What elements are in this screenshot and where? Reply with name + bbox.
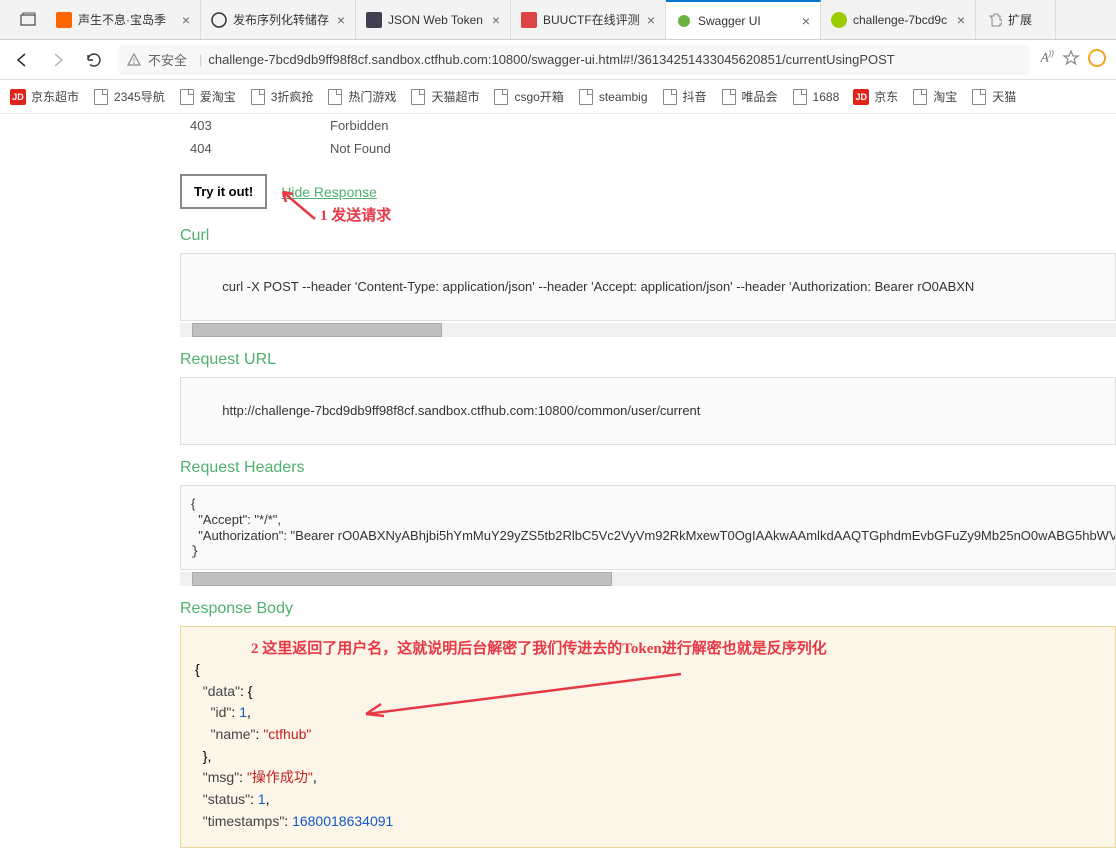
tab-title: 发布序列化转储存 xyxy=(233,11,333,28)
tab-favicon xyxy=(366,12,382,28)
bookmark-jd[interactable]: JD京东 xyxy=(853,88,898,105)
tab-title: JSON Web Token xyxy=(388,13,488,27)
request-headers-text: { "Accept": "*/*", "Authorization": "Bea… xyxy=(191,496,1116,543)
try-it-out-button[interactable]: Try it out! xyxy=(180,174,267,209)
bookmark-vip[interactable]: 唯品会 xyxy=(721,88,778,105)
status-code: 403 xyxy=(190,118,330,133)
close-icon[interactable]: × xyxy=(957,12,965,28)
section-request-url-title: Request URL xyxy=(180,351,1116,369)
bookmark-steambig[interactable]: steambig xyxy=(578,89,648,105)
tab-title: Swagger UI xyxy=(698,14,798,28)
close-icon[interactable]: × xyxy=(647,12,655,28)
security-label: 不安全 xyxy=(148,50,187,69)
annotation-arrow-icon xyxy=(275,184,325,224)
close-icon[interactable]: × xyxy=(182,12,190,28)
annotation-1: 1 发送请求 xyxy=(320,204,391,225)
tab-title: 声生不息·宝岛季 xyxy=(78,11,178,28)
annotation-arrow-icon xyxy=(356,672,686,722)
response-codes-table: 403 Forbidden 404 Not Found xyxy=(180,114,1116,160)
tab-favicon xyxy=(211,12,227,28)
bookmarks-bar: JD京东超市 2345导航 爱淘宝 3折疯抢 热门游戏 天猫超市 csgo开箱 … xyxy=(0,80,1116,114)
table-row: 404 Not Found xyxy=(180,137,1116,160)
address-bar: 不安全 | challenge-7bcd9db9ff98f8cf.sandbox… xyxy=(0,40,1116,80)
response-body-block: 2 这里返回了用户名，这就说明后台解密了我们传进去的Token进行解密也就是反序… xyxy=(180,626,1116,848)
close-icon[interactable]: × xyxy=(802,13,810,29)
forward-button[interactable] xyxy=(46,48,70,72)
tab-3[interactable]: BUUCTF在线评测 × xyxy=(511,0,666,39)
bookmark-2345[interactable]: 2345导航 xyxy=(93,88,165,105)
request-url-text: http://challenge-7bcd9db9ff98f8cf.sandbo… xyxy=(222,403,700,418)
close-icon[interactable]: × xyxy=(492,12,500,28)
scrollbar[interactable] xyxy=(180,572,1116,586)
section-response-body-title: Response Body xyxy=(180,600,1116,618)
section-request-headers-title: Request Headers xyxy=(180,459,1116,477)
status-desc: Forbidden xyxy=(330,118,389,133)
tab-1[interactable]: 发布序列化转储存 × xyxy=(201,0,356,39)
status-code: 404 xyxy=(190,141,330,156)
reader-icon[interactable]: A)) xyxy=(1041,49,1054,70)
tab-6[interactable]: 扩展 xyxy=(976,0,1056,39)
request-headers-block: { "Accept": "*/*", "Authorization": "Bea… xyxy=(180,485,1116,570)
section-curl-title: Curl xyxy=(180,227,1116,245)
url-text: challenge-7bcd9db9ff98f8cf.sandbox.ctfhu… xyxy=(208,52,1020,67)
refresh-button[interactable] xyxy=(82,48,106,72)
table-row: 403 Forbidden xyxy=(180,114,1116,137)
close-icon[interactable]: × xyxy=(337,12,345,28)
tab-4-active[interactable]: Swagger UI × xyxy=(666,0,821,39)
circle-icon[interactable] xyxy=(1088,49,1106,67)
warning-icon xyxy=(126,52,142,68)
status-desc: Not Found xyxy=(330,141,391,156)
extension-icon xyxy=(986,12,1002,28)
tab-2[interactable]: JSON Web Token × xyxy=(356,0,511,39)
bookmark-douyin[interactable]: 抖音 xyxy=(662,88,707,105)
page-content: 403 Forbidden 404 Not Found Try it out! … xyxy=(0,114,1116,848)
tab-5[interactable]: challenge-7bcd9c × xyxy=(821,0,976,39)
favorites-icon[interactable] xyxy=(1062,49,1080,70)
curl-command: curl -X POST --header 'Content-Type: app… xyxy=(222,279,974,294)
bookmark-1688[interactable]: 1688 xyxy=(792,89,840,105)
bookmark-jd-market[interactable]: JD京东超市 xyxy=(10,88,79,105)
request-url-block: http://challenge-7bcd9db9ff98f8cf.sandbo… xyxy=(180,377,1116,445)
bookmark-aitaobao[interactable]: 爱淘宝 xyxy=(179,88,236,105)
tab-title: BUUCTF在线评测 xyxy=(543,11,643,28)
bookmark-tmall-market[interactable]: 天猫超市 xyxy=(410,88,479,105)
scrollbar[interactable] xyxy=(180,323,1116,337)
annotation-2: 2 这里返回了用户名，这就说明后台解密了我们传进去的Token进行解密也就是反序… xyxy=(251,637,827,658)
bookmark-tmall[interactable]: 天猫 xyxy=(971,88,1016,105)
tab-favicon xyxy=(56,12,72,28)
curl-code-block: curl -X POST --header 'Content-Type: app… xyxy=(180,253,1116,321)
bookmark-games[interactable]: 热门游戏 xyxy=(327,88,396,105)
tab-title: 扩展 xyxy=(1008,11,1045,28)
bookmark-3zhe[interactable]: 3折疯抢 xyxy=(250,88,314,105)
bookmark-csgo[interactable]: csgo开箱 xyxy=(493,88,563,105)
tabs-overview-icon[interactable] xyxy=(10,0,46,39)
bookmark-taobao[interactable]: 淘宝 xyxy=(912,88,957,105)
tab-title: challenge-7bcd9c xyxy=(853,13,953,27)
back-button[interactable] xyxy=(10,48,34,72)
url-input[interactable]: 不安全 | challenge-7bcd9db9ff98f8cf.sandbox… xyxy=(118,45,1029,75)
try-section: Try it out! Hide Response 1 发送请求 xyxy=(180,170,1116,213)
tab-0[interactable]: 声生不息·宝岛季 × xyxy=(46,0,201,39)
tab-favicon xyxy=(521,12,537,28)
browser-tab-bar: 声生不息·宝岛季 × 发布序列化转储存 × JSON Web Token × B… xyxy=(0,0,1116,40)
tab-favicon xyxy=(831,12,847,28)
tab-favicon xyxy=(676,13,692,29)
